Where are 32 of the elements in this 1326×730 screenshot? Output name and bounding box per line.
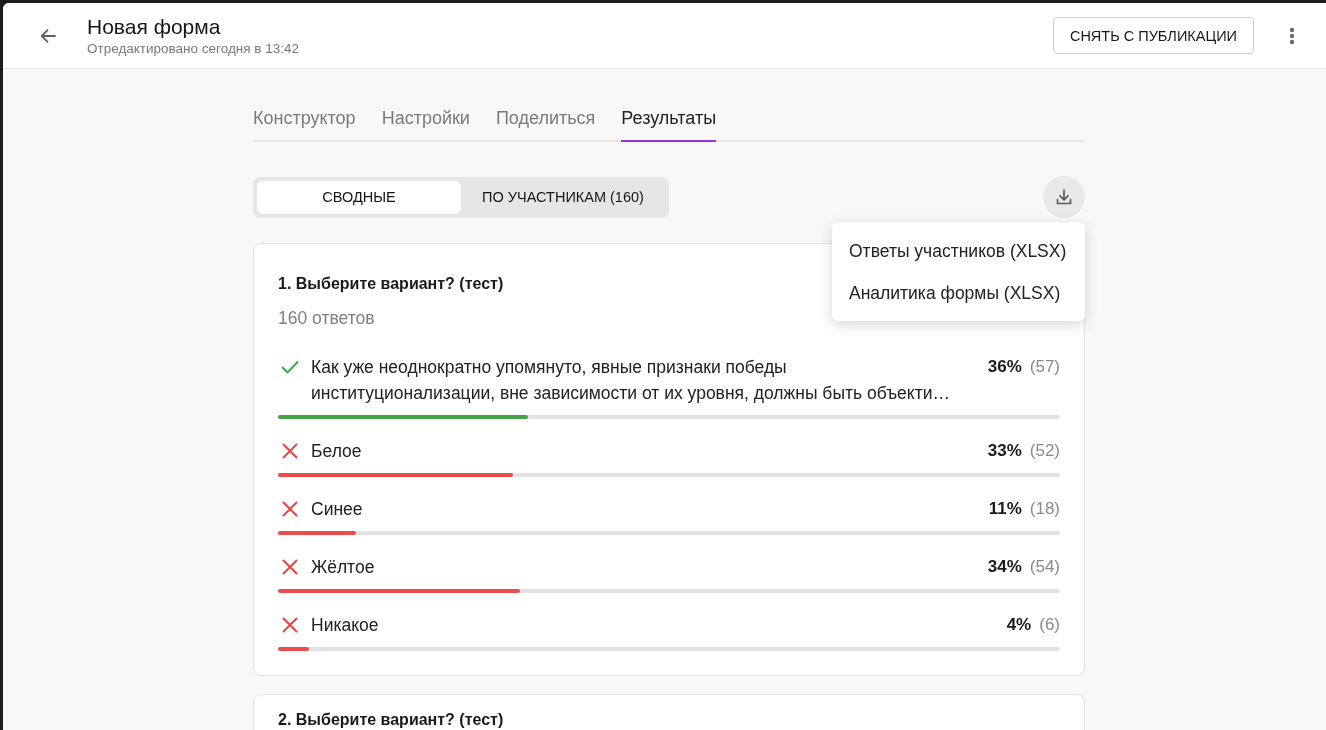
question-title: 1. Выберите вариант? (тест)	[278, 275, 504, 293]
menu-item[interactable]: Аналитика формы (XLSX)	[832, 272, 1085, 314]
answer-count: (18)	[1029, 499, 1060, 518]
option-label: Никакое	[311, 614, 380, 637]
tab[interactable]: Настройки	[381, 107, 470, 142]
response-count: 160 ответов	[278, 308, 375, 328]
percent-value: 11%	[988, 499, 1022, 518]
percent-value: 34%	[987, 557, 1022, 576]
view-switch-option[interactable]: СВОДНЫЕ	[257, 180, 461, 214]
more-menu-icon[interactable]	[1289, 26, 1295, 45]
download-button[interactable]	[1043, 176, 1085, 218]
unpublish-button[interactable]: СНЯТЬ С ПУБЛИКАЦИИ	[1052, 17, 1254, 54]
percent-value: 4%	[1006, 615, 1032, 634]
answer-count: (6)	[1039, 615, 1060, 634]
tab[interactable]: Результаты	[621, 107, 717, 142]
percent-value: 36%	[987, 357, 1022, 376]
option-label: Как уже неоднократно упомянуто, явные признаки победы институционализации, вне зависимости от их уровня, должны быть объекти…	[311, 356, 951, 405]
option-label: Синее	[311, 498, 364, 521]
answer-count: (54)	[1029, 557, 1060, 576]
download-icon	[1054, 187, 1074, 207]
edited-time: Отредактировано сегодня в 13:42	[87, 41, 300, 57]
question-title: 2. Выберите вариант? (тест)	[278, 712, 504, 728]
percent-value: 33%	[987, 441, 1022, 460]
option-label: Жёлтое	[311, 556, 376, 579]
view-switch-option[interactable]: ПО УЧАСТНИКАМ (160)	[461, 180, 665, 214]
answer-count: (52)	[1029, 441, 1060, 460]
form-title: Новая форма	[87, 14, 221, 39]
tab[interactable]: Конструктор	[253, 107, 356, 142]
tab[interactable]: Поделиться	[495, 107, 596, 142]
menu-item[interactable]: Ответы участников (XLSX)	[832, 230, 1085, 272]
answer-count: (57)	[1029, 357, 1060, 376]
option-label: Белое	[311, 440, 363, 463]
